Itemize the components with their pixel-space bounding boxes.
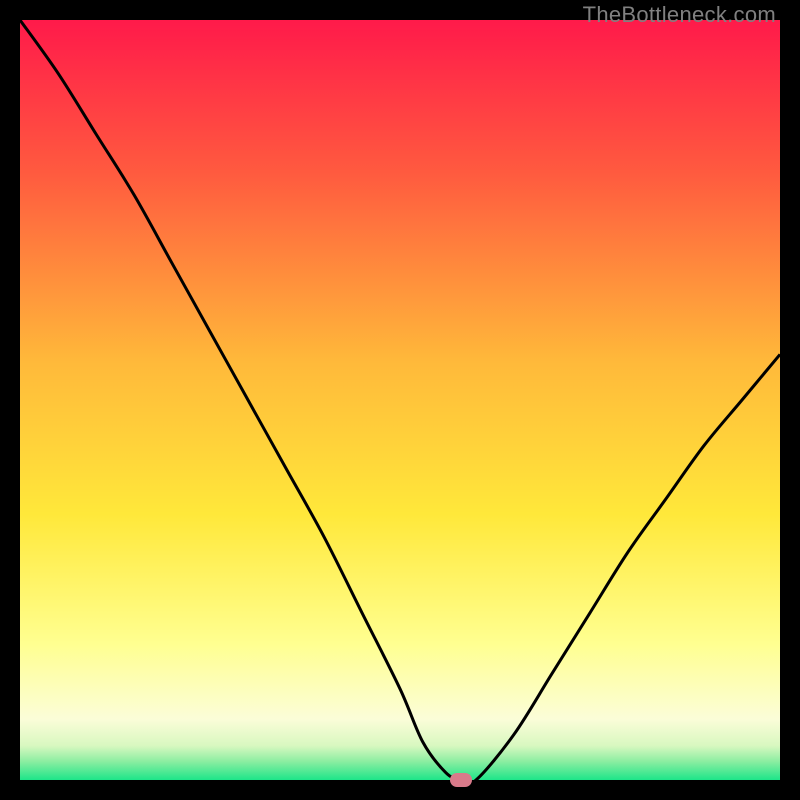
attribution-text: TheBottleneck.com bbox=[583, 2, 776, 28]
bottleneck-curve bbox=[20, 20, 780, 780]
plot-area bbox=[20, 20, 780, 780]
optimal-point-marker bbox=[450, 773, 472, 787]
